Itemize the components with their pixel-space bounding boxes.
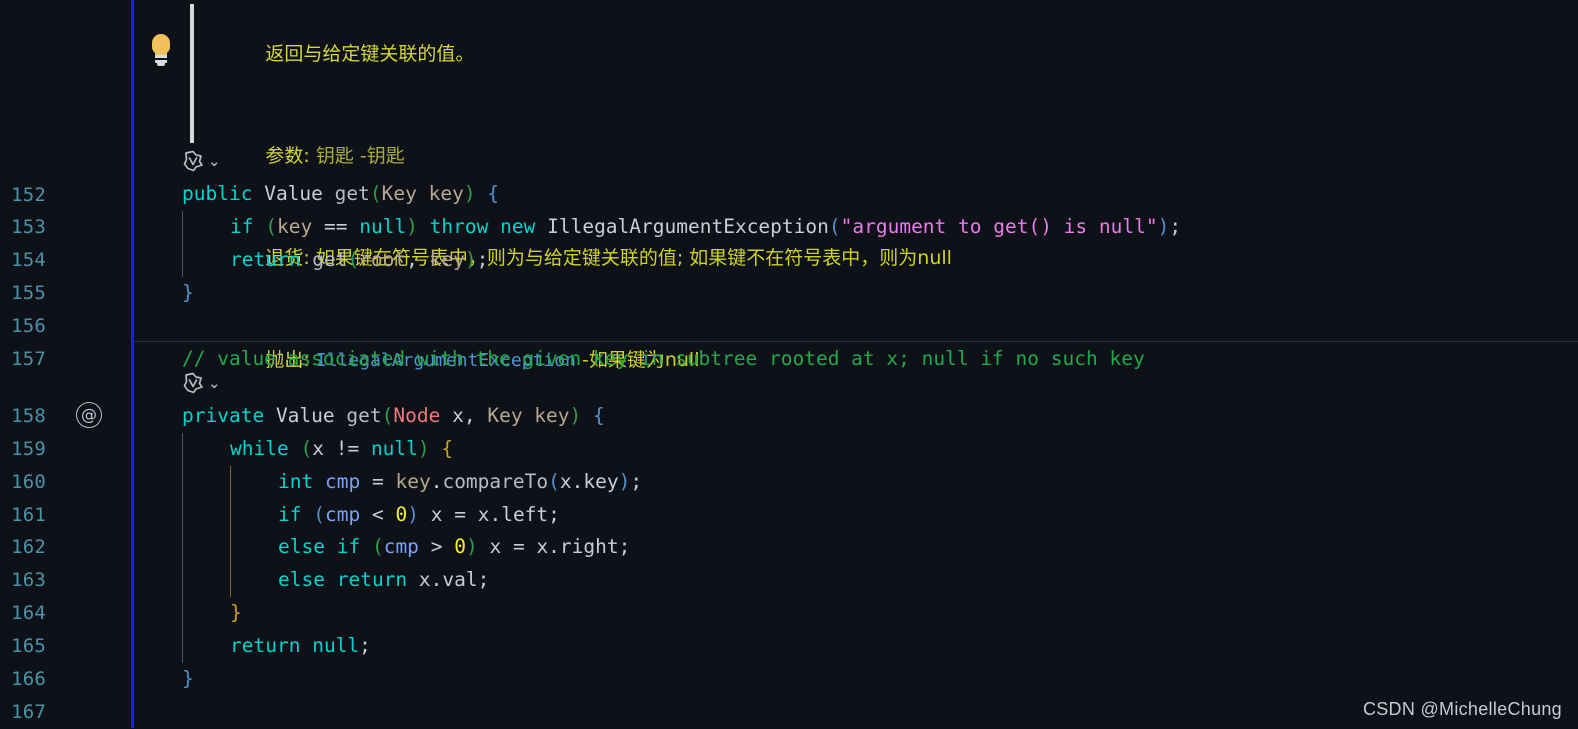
doc-params-value: 钥匙 -钥匙 (309, 145, 405, 167)
line-number: 164 (11, 602, 46, 624)
code-line-154[interactable]: return get(root, key); (134, 244, 488, 277)
line-number: 166 (11, 668, 46, 690)
doc-summary-text: 返回与给定键关联的值。 (265, 43, 475, 65)
line-number: 152 (11, 184, 46, 206)
indent-guide-active (230, 466, 231, 597)
line-number-gutter: 152 153 154 155 156 157 158 159 160 161 … (0, 0, 132, 728)
line-number: 161 (11, 504, 46, 526)
line-number: 158 (11, 405, 46, 427)
code-line-152[interactable]: public Value get(Key key) { (134, 178, 499, 211)
codelens-refactor-icon[interactable] (182, 372, 204, 394)
code-line-157[interactable]: // value associated with the given key i… (134, 343, 1145, 376)
indent-guide (182, 211, 183, 277)
editor-content[interactable]: 返回与给定键关联的值。 参数: 钥匙 -钥匙 退货: 如果键在符号表中，则为与给… (134, 0, 1578, 728)
codelens-separator (134, 341, 1578, 342)
line-number: 162 (11, 536, 46, 558)
line-number: 163 (11, 569, 46, 591)
line-number: 155 (11, 282, 46, 304)
chevron-down-icon[interactable]: ⌄ (208, 373, 221, 393)
code-editor-screen: 152 153 154 155 156 157 158 159 160 161 … (0, 0, 1578, 728)
line-number: 153 (11, 216, 46, 238)
code-line-163[interactable]: else return x.val; (134, 564, 489, 597)
line-number: 165 (11, 635, 46, 657)
code-line-158[interactable]: private Value get(Node x, Key key) { (134, 400, 605, 433)
codelens-refactor-icon[interactable] (182, 150, 204, 172)
line-number: 167 (11, 701, 46, 723)
watermark: CSDN @MichelleChung (1362, 699, 1562, 719)
doc-summary-line: 返回与给定键关联的值。 (205, 0, 1545, 105)
code-line-166[interactable]: } (134, 663, 194, 696)
javadoc-annotation-marker[interactable]: @ (76, 402, 102, 428)
hover-documentation-panel: 返回与给定键关联的值。 参数: 钥匙 -钥匙 退货: 如果键在符号表中，则为与给… (134, 0, 1578, 371)
code-line-164[interactable]: } (134, 597, 242, 630)
code-line-162[interactable]: else if (cmp > 0) x = x.right; (134, 531, 630, 564)
code-line-161[interactable]: if (cmp < 0) x = x.left; (134, 499, 560, 532)
chevron-down-icon[interactable]: ⌄ (208, 151, 221, 171)
doc-params-label: 参数: (265, 145, 310, 167)
code-line-153[interactable]: if (key == null) throw new IllegalArgume… (134, 211, 1181, 244)
line-number: 159 (11, 438, 46, 460)
line-number: 160 (11, 471, 46, 493)
line-number: 154 (11, 249, 46, 271)
code-line-165[interactable]: return null; (134, 630, 371, 663)
code-line-160[interactable]: int cmp = key.compareTo(x.key); (134, 466, 642, 499)
doc-quote-bar (190, 4, 194, 143)
indent-guide (182, 433, 183, 663)
code-line-155[interactable]: } (134, 277, 194, 310)
line-number: 156 (11, 315, 46, 337)
line-number: 157 (11, 348, 46, 370)
lightbulb-icon[interactable] (148, 34, 174, 66)
